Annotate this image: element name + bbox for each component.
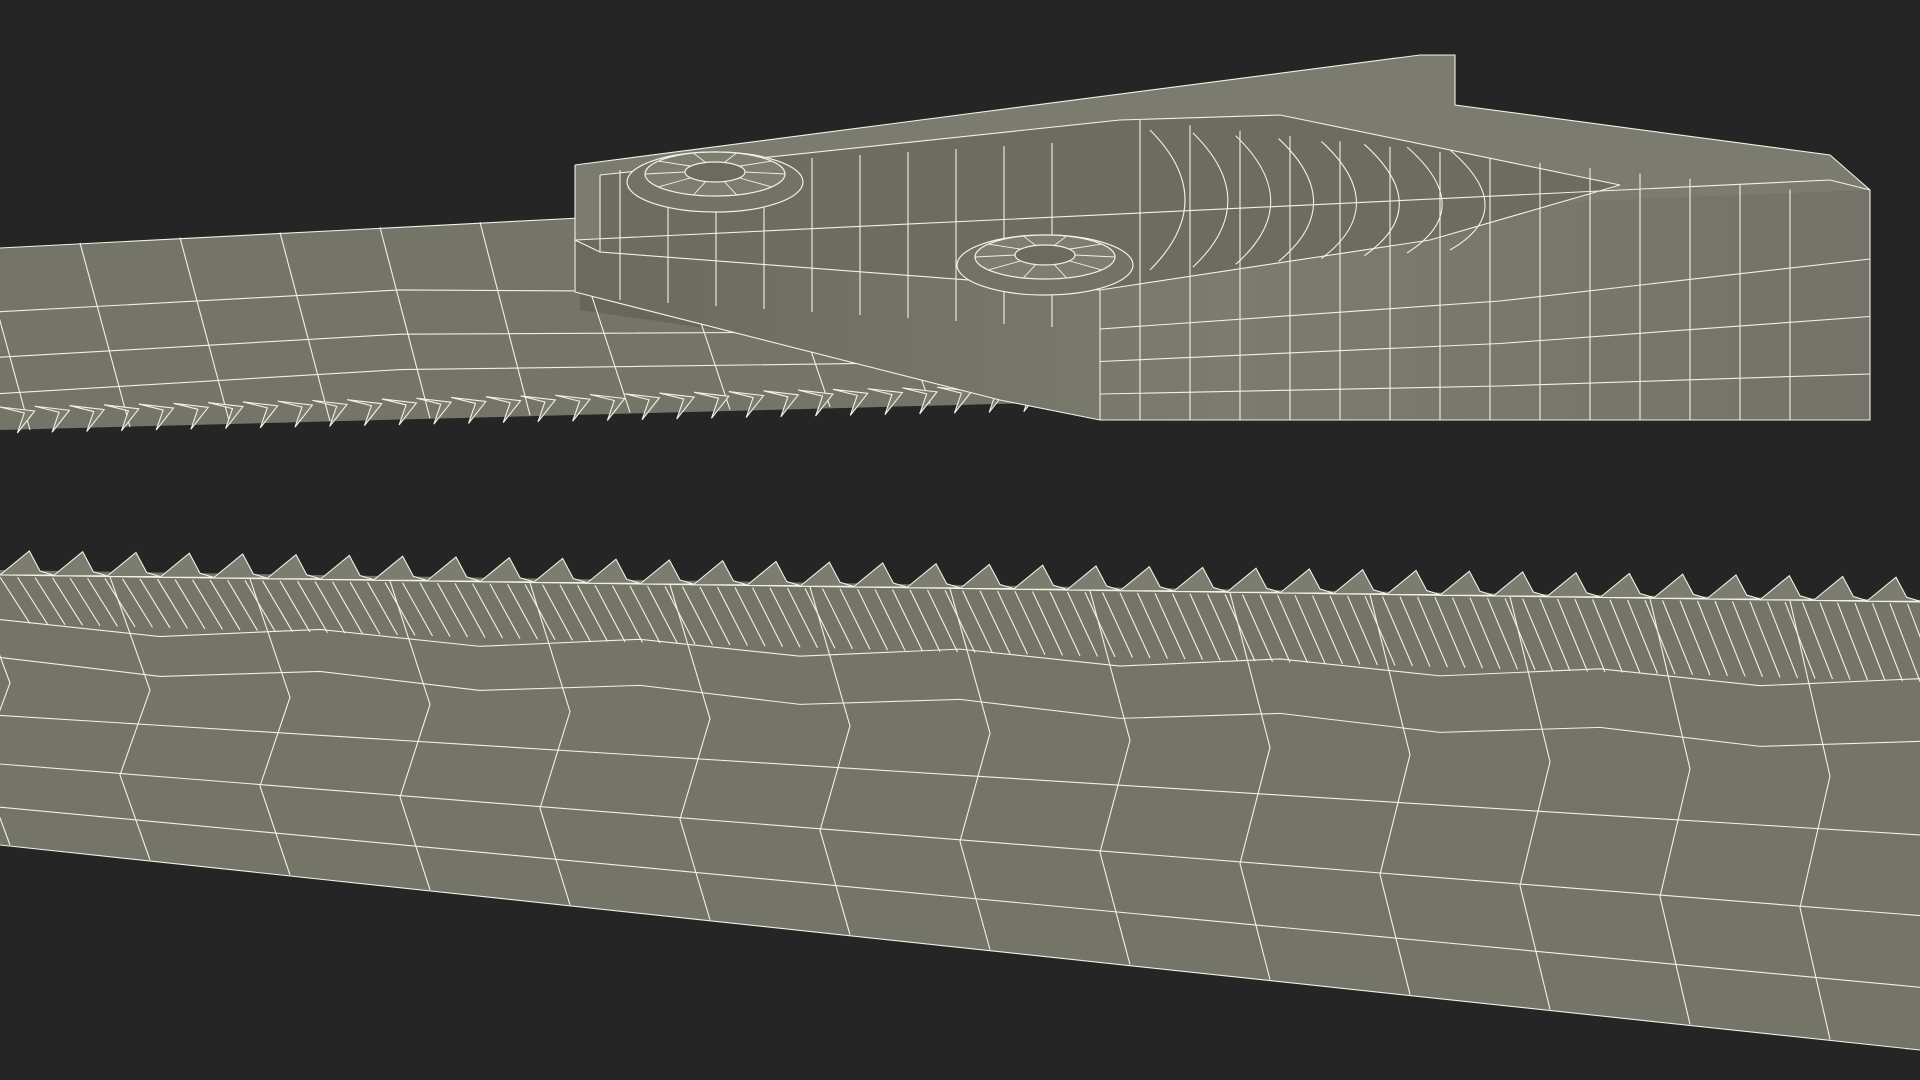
wireframe-scene bbox=[0, 0, 1920, 1080]
render-viewport bbox=[0, 0, 1920, 1080]
bolt-head bbox=[956, 234, 1134, 296]
bolt-head bbox=[626, 151, 804, 213]
